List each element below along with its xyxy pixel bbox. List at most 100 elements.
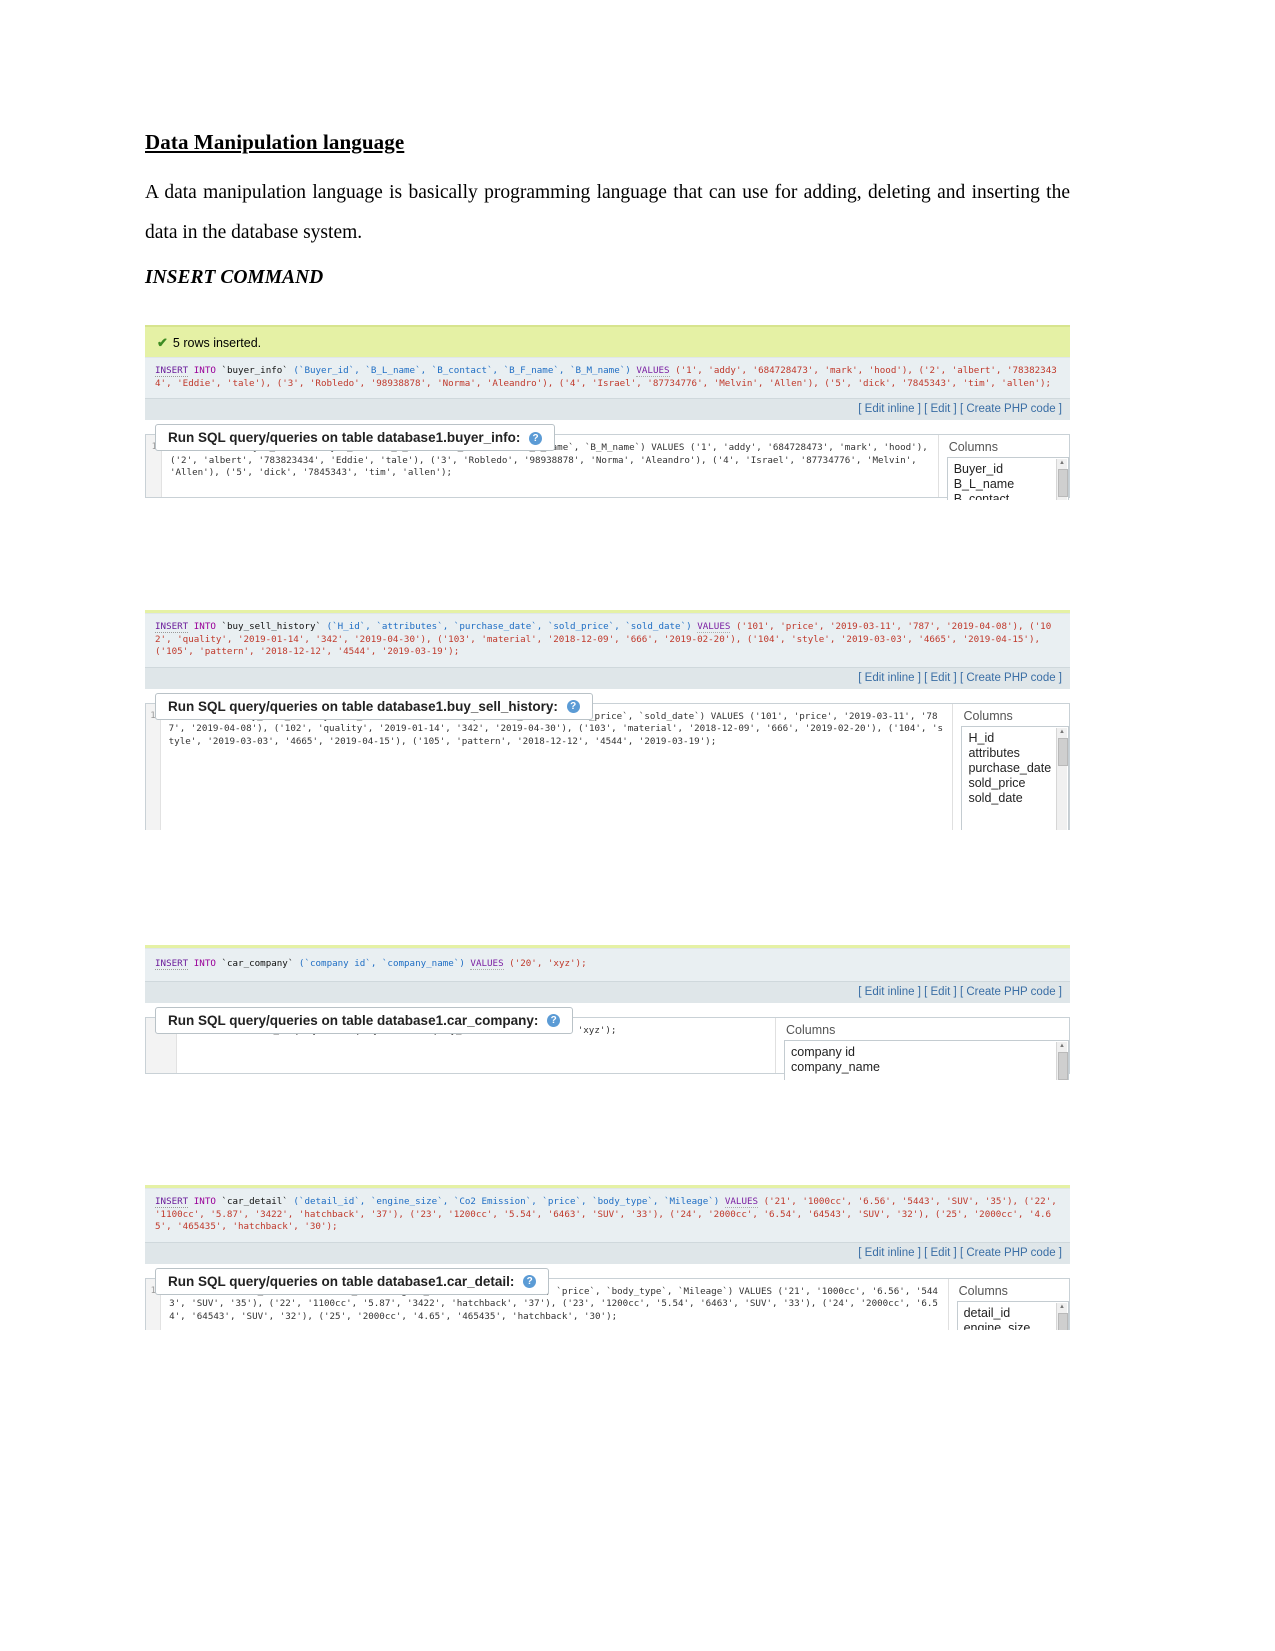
sql-keyword-values: VALUES: [697, 621, 731, 633]
sql-keyword-values: VALUES: [724, 1196, 759, 1208]
scrollbar-thumb[interactable]: [1058, 737, 1068, 766]
column-item[interactable]: attributes: [968, 746, 1062, 761]
sql-echo-buy-sell-history: INSERT INTO `buy_sell_history` (`H_id`, …: [145, 613, 1070, 667]
scrollbar-thumb[interactable]: [1058, 1312, 1068, 1330]
create-php-code-link[interactable]: [ Create PHP code ]: [960, 403, 1062, 415]
sql-keyword-into: INTO: [193, 958, 216, 969]
section-subheading: INSERT COMMAND: [145, 267, 324, 288]
column-item[interactable]: B_L_name: [954, 477, 1062, 492]
sql-keyword-insert: INSERT: [155, 621, 189, 633]
sql-table-name: `buy_sell_history`: [221, 621, 322, 632]
panel-legend-buy-sell-history: Run SQL query/queries on table database1…: [155, 692, 593, 720]
create-php-code-link[interactable]: [ Create PHP code ]: [960, 672, 1062, 684]
edit-inline-link[interactable]: [ Edit inline ]: [858, 986, 921, 998]
sql-column-list: (`company id`, `company_name`): [298, 958, 465, 969]
sql-editor-buy-sell-history[interactable]: 1 INSERT INTO `buy_sell_history` (`H_id`…: [146, 703, 954, 831]
sql-keyword-into: INTO: [193, 1196, 216, 1207]
screenshot-block-car-company: INSERT INTO `car_company` (`company id`,…: [145, 945, 1070, 1080]
sql-table-name: `car_detail`: [221, 1196, 288, 1207]
sql-table-name: `car_company`: [221, 958, 294, 969]
columns-title: Columns: [948, 440, 999, 454]
columns-pane-car-detail: Columns detail_id engine_size Co2 Emissi…: [948, 1278, 1069, 1331]
columns-scrollbar[interactable]: ▲ ▼: [1056, 1041, 1068, 1080]
edit-link[interactable]: [ Edit ]: [924, 403, 957, 415]
help-icon[interactable]: ?: [523, 1275, 537, 1289]
edit-link[interactable]: [ Edit ]: [924, 1247, 957, 1259]
sql-table-name: `buyer_info`: [221, 365, 288, 376]
sql-echo-car-company: INSERT INTO `car_company` (`company id`,…: [145, 948, 1070, 981]
edit-link[interactable]: [ Edit ]: [924, 672, 957, 684]
panel-legend-prefix: Run SQL query/queries on table: [168, 1012, 378, 1028]
check-icon: ✔: [157, 335, 168, 350]
edit-inline-link[interactable]: [ Edit inline ]: [858, 672, 921, 684]
panel-legend-buyer-info: Run SQL query/queries on table database1…: [155, 424, 556, 451]
scroll-up-icon[interactable]: ▲: [1058, 459, 1066, 467]
edit-inline-link[interactable]: [ Edit inline ]: [858, 1247, 921, 1259]
edit-inline-link[interactable]: [ Edit inline ]: [858, 403, 921, 415]
column-item[interactable]: H_id: [968, 731, 1062, 746]
panel-legend-car-detail: Run SQL query/queries on table database1…: [155, 1267, 550, 1295]
panel-legend-prefix: Run SQL query/queries on table: [168, 698, 378, 714]
screenshot-block-buy-sell-history: INSERT INTO `buy_sell_history` (`H_id`, …: [145, 610, 1070, 830]
status-bar-buyer-info: ✔ 5 rows inserted.: [145, 325, 1070, 357]
columns-pane-buy-sell-history: Columns H_id attributes purchase_date so…: [953, 703, 1069, 830]
scrollbar-thumb[interactable]: [1058, 469, 1068, 497]
columns-scrollbar[interactable]: ▲ ▼: [1056, 727, 1068, 830]
columns-scrollbar[interactable]: ▲ ▼: [1056, 459, 1068, 500]
create-php-code-link[interactable]: [ Create PHP code ]: [960, 1247, 1062, 1259]
panel-legend-table: database1.car_detail:: [377, 1273, 515, 1289]
action-bar-buyer-info: [ Edit inline ] [ Edit ] [ Create PHP co…: [145, 398, 1070, 420]
column-item[interactable]: Buyer_id: [954, 462, 1062, 477]
page-title: Data Manipulation language: [145, 130, 405, 154]
panel-legend-table: database1.buy_sell_history:: [377, 698, 558, 714]
query-panel-buyer-info: Run SQL query/queries on table database1…: [145, 420, 1070, 500]
columns-pane-buyer-info: Columns Buyer_id B_L_name B_contact ▲ ▼: [938, 435, 1069, 500]
help-icon[interactable]: ?: [547, 1014, 561, 1028]
column-item[interactable]: company_name: [791, 1060, 1062, 1075]
help-icon[interactable]: ?: [529, 431, 543, 445]
columns-scrollbar[interactable]: ▲ ▼: [1056, 1302, 1068, 1330]
column-item[interactable]: sold_price: [968, 776, 1062, 791]
help-icon[interactable]: ?: [566, 700, 580, 714]
query-panel-buy-sell-history: Run SQL query/queries on table database1…: [145, 688, 1070, 831]
sql-keyword-insert: INSERT: [155, 958, 189, 970]
column-item[interactable]: sold_date: [968, 791, 1062, 806]
document-text-content: Data Manipulation language A data manipu…: [145, 130, 1070, 289]
columns-list[interactable]: H_id attributes purchase_date sold_price…: [961, 725, 1069, 830]
action-bar-car-detail: [ Edit inline ] [ Edit ] [ Create PHP co…: [145, 1241, 1070, 1264]
sql-column-list: (`detail_id`, `engine_size`, `Co2 Emissi…: [293, 1196, 720, 1207]
sql-keyword-values: VALUES: [470, 958, 504, 970]
column-item[interactable]: company id: [791, 1045, 1062, 1060]
sql-column-list: (`H_id`, `attributes`, `purchase_date`, …: [326, 621, 692, 632]
action-bar-buy-sell-history: [ Edit inline ] [ Edit ] [ Create PHP co…: [145, 666, 1070, 689]
columns-list[interactable]: Buyer_id B_L_name B_contact ▲ ▼: [946, 457, 1069, 500]
column-item[interactable]: engine_size: [964, 1321, 1062, 1331]
scroll-up-icon[interactable]: ▲: [1058, 1042, 1066, 1050]
column-item[interactable]: purchase_date: [968, 761, 1062, 776]
status-text: 5 rows inserted.: [172, 336, 262, 350]
panel-legend-prefix: Run SQL query/queries on table: [168, 1273, 378, 1289]
panel-legend-prefix: Run SQL query/queries on table: [168, 430, 378, 445]
columns-list[interactable]: company id company_name ▲ ▼: [784, 1039, 1069, 1080]
scrollbar-thumb[interactable]: [1058, 1051, 1068, 1080]
sql-echo-buyer-info: INSERT INTO `buyer_info` (`Buyer_id`, `B…: [145, 357, 1070, 398]
sql-echo-car-detail: INSERT INTO `car_detail` (`detail_id`, `…: [145, 1188, 1070, 1242]
columns-list[interactable]: detail_id engine_size Co2 Emission ▲ ▼: [956, 1300, 1069, 1331]
scroll-up-icon[interactable]: ▲: [1058, 1303, 1066, 1311]
edit-link[interactable]: [ Edit ]: [924, 986, 957, 998]
intro-paragraph: A data manipulation language is basicall…: [145, 182, 1070, 243]
sql-keyword-insert: INSERT: [155, 365, 189, 377]
columns-title: Columns: [786, 1022, 836, 1037]
column-item[interactable]: detail_id: [964, 1306, 1062, 1321]
query-panel-car-company: Run SQL query/queries on table database1…: [145, 1002, 1070, 1080]
sql-query-text[interactable]: INSERT INTO `buy_sell_history` (`H_id`, …: [161, 704, 953, 831]
screenshot-block-buyer-info: ✔ 5 rows inserted. INSERT INTO `buyer_inf…: [145, 325, 1070, 500]
query-panel-car-detail: Run SQL query/queries on table database1…: [145, 1263, 1070, 1331]
panel-legend-table: database1.car_company:: [377, 1012, 539, 1028]
panel-legend-car-company: Run SQL query/queries on table database1…: [155, 1006, 574, 1034]
sql-keyword-insert: INSERT: [155, 1196, 189, 1208]
scroll-up-icon[interactable]: ▲: [1058, 728, 1066, 736]
document-page: Data Manipulation language A data manipu…: [0, 0, 1275, 1651]
column-item[interactable]: B_contact: [954, 492, 1062, 500]
create-php-code-link[interactable]: [ Create PHP code ]: [960, 986, 1062, 998]
